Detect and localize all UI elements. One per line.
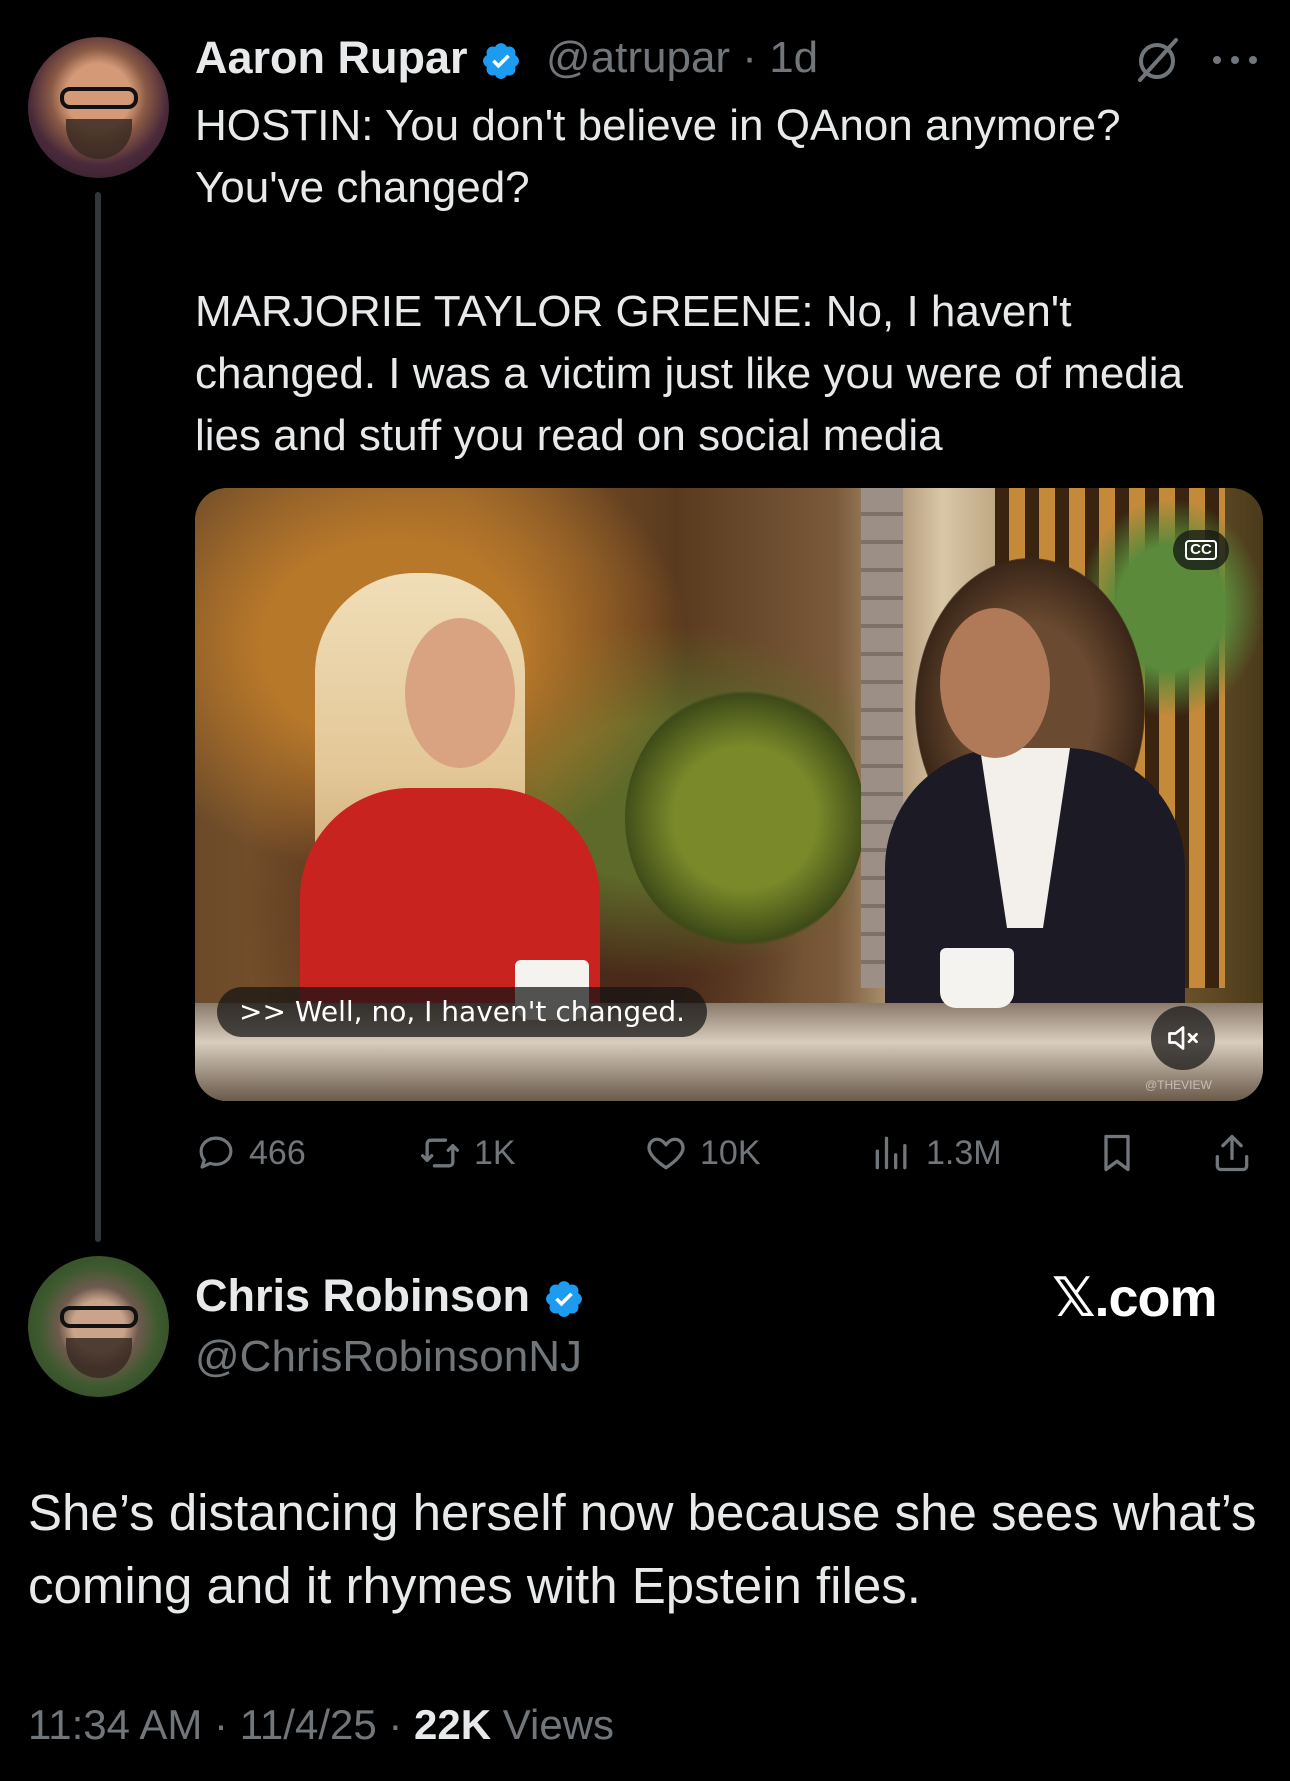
reply-count: 466 xyxy=(249,1133,306,1172)
verified-badge-icon xyxy=(545,1281,582,1318)
share-icon xyxy=(1215,1134,1249,1172)
avatar-beard xyxy=(66,119,132,159)
reply-author-avatar[interactable] xyxy=(28,1256,169,1397)
repost-count: 1K xyxy=(474,1133,516,1172)
repost-icon xyxy=(420,1138,460,1168)
separator: · xyxy=(388,1701,403,1748)
more-options-icon[interactable] xyxy=(1208,40,1262,80)
author-avatar[interactable] xyxy=(28,37,169,178)
like-button[interactable]: 10K xyxy=(644,1128,761,1178)
author-name[interactable]: Aaron Rupar xyxy=(195,30,522,86)
reply-metadata: 11:34 AM · 11/4/25 · 22K Views xyxy=(28,1697,614,1753)
like-count: 10K xyxy=(700,1133,761,1172)
view-count: 1.3M xyxy=(926,1133,1002,1172)
closed-captions-button[interactable]: CC xyxy=(1173,530,1229,570)
reply-text: She’s distancing herself now because she… xyxy=(28,1484,1257,1614)
tweet-text: HOSTIN: You don't believe in QAnon anymo… xyxy=(195,101,1184,460)
cc-label: CC xyxy=(1185,540,1217,560)
grok-icon[interactable] xyxy=(1132,34,1184,86)
x-com-logo: 𝕏.com xyxy=(1052,1266,1218,1330)
x-logo-icon: 𝕏 xyxy=(1052,1266,1096,1329)
bookmark-icon xyxy=(1104,1134,1130,1172)
verified-badge-icon xyxy=(483,43,519,80)
reply-time[interactable]: 11:34 AM xyxy=(28,1701,202,1748)
thread-connector-line xyxy=(95,192,101,1242)
bookmark-button[interactable] xyxy=(1095,1128,1139,1178)
reply-views-label: Views xyxy=(502,1701,615,1748)
avatar-glasses xyxy=(60,1306,138,1328)
reply-author-name-text: Chris Robinson xyxy=(195,1270,530,1321)
author-handle: @atrupar xyxy=(546,33,731,82)
video-person-right-face xyxy=(940,608,1050,758)
video-person-left-face xyxy=(405,618,515,768)
avatar-beard xyxy=(66,1338,132,1378)
tweet-time[interactable]: 1d xyxy=(769,33,818,82)
reply-author-name[interactable]: Chris Robinson xyxy=(195,1268,585,1324)
video-mug xyxy=(940,948,1014,1008)
views-button[interactable]: 1.3M xyxy=(870,1128,1002,1178)
video-caption: >> Well, no, I haven't changed. xyxy=(217,987,708,1037)
share-button[interactable] xyxy=(1210,1128,1254,1178)
author-handle-time[interactable]: @atrupar · 1d xyxy=(546,30,818,86)
video-watermark: @THEVIEW xyxy=(1145,1078,1212,1092)
mute-toggle-button[interactable] xyxy=(1151,1006,1215,1070)
muted-speaker-icon xyxy=(1168,1026,1198,1050)
x-logo-suffix: .com xyxy=(1094,1268,1218,1328)
video-player[interactable]: CC >> Well, no, I haven't changed. @THEV… xyxy=(195,488,1263,1101)
author-name-text: Aaron Rupar xyxy=(195,32,468,83)
analytics-icon xyxy=(875,1136,907,1170)
reply-icon xyxy=(199,1136,233,1169)
video-bush xyxy=(625,688,865,948)
reply-author-handle[interactable]: @ChrisRobinsonNJ xyxy=(195,1329,582,1385)
avatar-glasses xyxy=(60,87,138,109)
reply-button[interactable]: 466 xyxy=(195,1128,306,1178)
separator: · xyxy=(214,1701,229,1748)
repost-button[interactable]: 1K xyxy=(418,1128,516,1178)
reply-date[interactable]: 11/4/25 xyxy=(240,1701,377,1748)
heart-icon xyxy=(647,1137,685,1170)
reply-views-count: 22K xyxy=(414,1701,492,1748)
